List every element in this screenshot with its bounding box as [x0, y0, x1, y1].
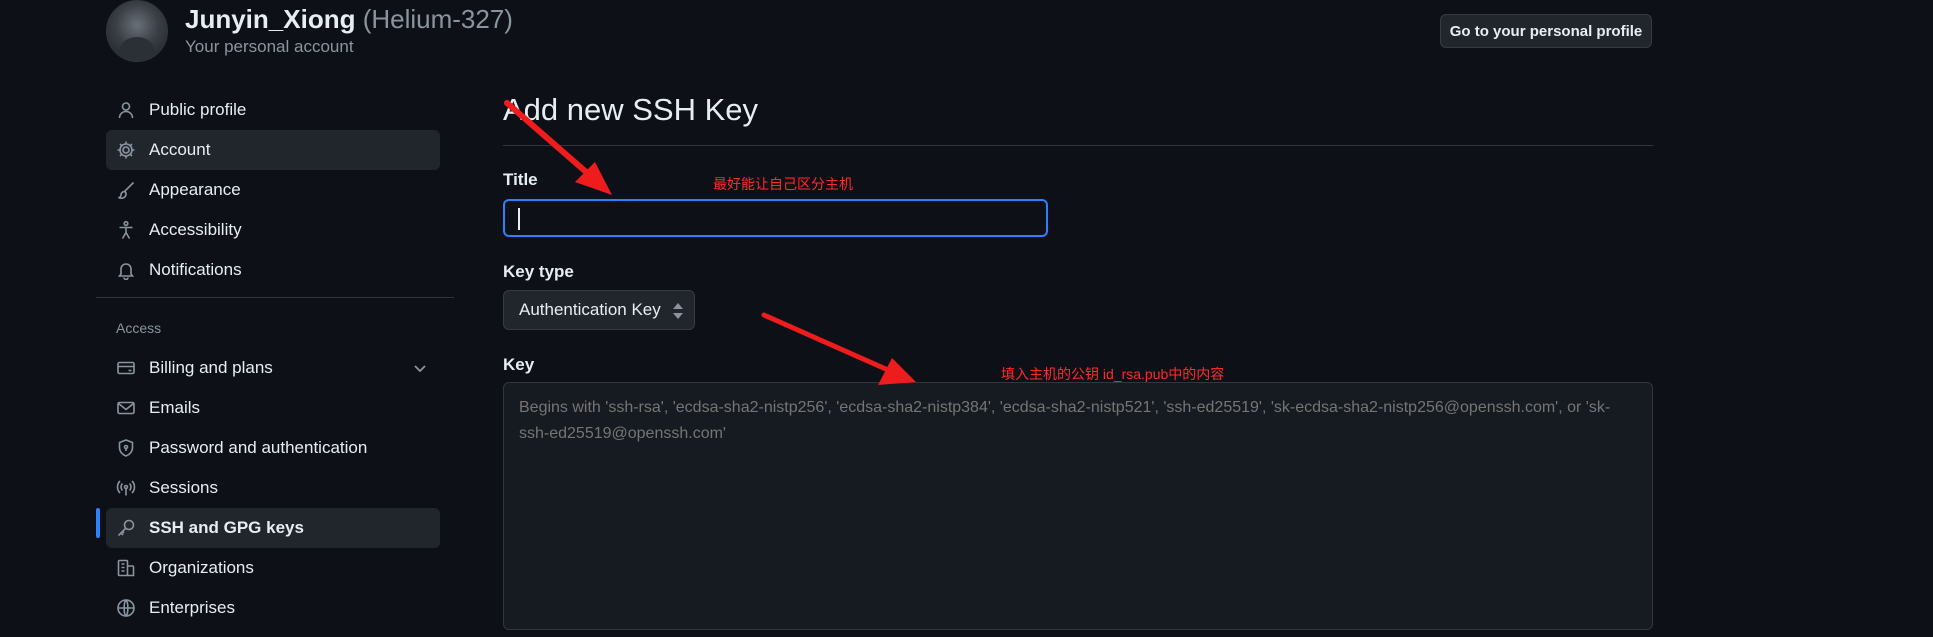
globe-icon [115, 597, 137, 619]
key-annotation: 填入主机的公钥 id_rsa.pub中的内容 [1001, 366, 1225, 382]
sidebar-item-emails[interactable]: Emails [106, 388, 440, 428]
key-label: Key [503, 355, 535, 374]
chevron-down-icon[interactable] [410, 358, 430, 378]
account-name: Junyin_Xiong (Helium-327) [185, 4, 513, 35]
page-title: Add new SSH Key [503, 92, 759, 127]
sidebar-item-label: Enterprises [149, 598, 235, 617]
organization-icon [115, 557, 137, 579]
key-icon [115, 517, 137, 539]
sidebar-item-billing[interactable]: Billing and plans [106, 348, 440, 388]
sidebar-item-organizations[interactable]: Organizations [106, 548, 440, 588]
text-cursor [518, 208, 520, 230]
sidebar-item-label: Organizations [149, 558, 254, 577]
select-arrows-icon [672, 302, 684, 320]
sidebar-section-access: Access [116, 320, 162, 336]
bell-icon [115, 259, 137, 281]
broadcast-icon [115, 477, 137, 499]
sidebar-item-appearance[interactable]: Appearance [106, 170, 440, 210]
paintbrush-icon [115, 179, 137, 201]
key-type-value: Authentication Key [519, 300, 661, 319]
arrow-to-key [761, 312, 916, 385]
title-divider [503, 145, 1653, 146]
sidebar-item-ssh-gpg-keys[interactable]: SSH and GPG keys [106, 508, 440, 548]
sidebar-item-password[interactable]: Password and authentication [106, 428, 440, 468]
sidebar-item-label: SSH and GPG keys [149, 518, 304, 537]
sidebar-item-accessibility[interactable]: Accessibility [106, 210, 440, 250]
title-annotation: 最好能让自己区分主机 [713, 176, 853, 192]
selected-indicator [96, 508, 100, 538]
sidebar-item-label: Account [149, 140, 211, 159]
account-subtitle: Your personal account [185, 37, 354, 56]
account-login: (Helium-327) [362, 4, 513, 34]
sidebar-item-label: Accessibility [149, 220, 242, 239]
sidebar-item-label: Password and authentication [149, 438, 368, 457]
key-type-label: Key type [503, 262, 574, 281]
sidebar-item-label: Sessions [149, 478, 218, 497]
key-type-select[interactable]: Authentication Key [503, 290, 695, 330]
sidebar-item-label: Notifications [149, 260, 242, 279]
sidebar-item-label: Billing and plans [149, 358, 273, 377]
accessibility-icon [115, 219, 137, 241]
sidebar-item-notifications[interactable]: Notifications [106, 250, 440, 290]
credit-card-icon [115, 357, 137, 379]
sidebar-item-public-profile[interactable]: Public profile [106, 90, 440, 130]
person-icon [115, 99, 137, 121]
title-input[interactable] [503, 199, 1048, 237]
sidebar-divider [96, 297, 454, 298]
sidebar-item-sessions[interactable]: Sessions [106, 468, 440, 508]
sidebar-item-label: Emails [149, 398, 201, 417]
key-textarea[interactable] [503, 382, 1653, 630]
go-to-profile-button[interactable]: Go to your personal profile [1440, 14, 1652, 48]
sidebar-item-account[interactable]: Account [106, 130, 440, 170]
sidebar-item-enterprises[interactable]: Enterprises [106, 588, 440, 628]
title-label: Title [503, 170, 538, 189]
sidebar-item-label: Appearance [149, 180, 241, 199]
shield-lock-icon [115, 437, 137, 459]
mail-icon [115, 397, 137, 419]
gear-icon [115, 139, 137, 161]
account-username: Junyin_Xiong [185, 4, 356, 34]
sidebar-item-label: Public profile [149, 100, 247, 119]
account-header: Junyin_Xiong (Helium-327) Your personal … [106, 0, 1654, 70]
avatar[interactable] [106, 0, 168, 62]
